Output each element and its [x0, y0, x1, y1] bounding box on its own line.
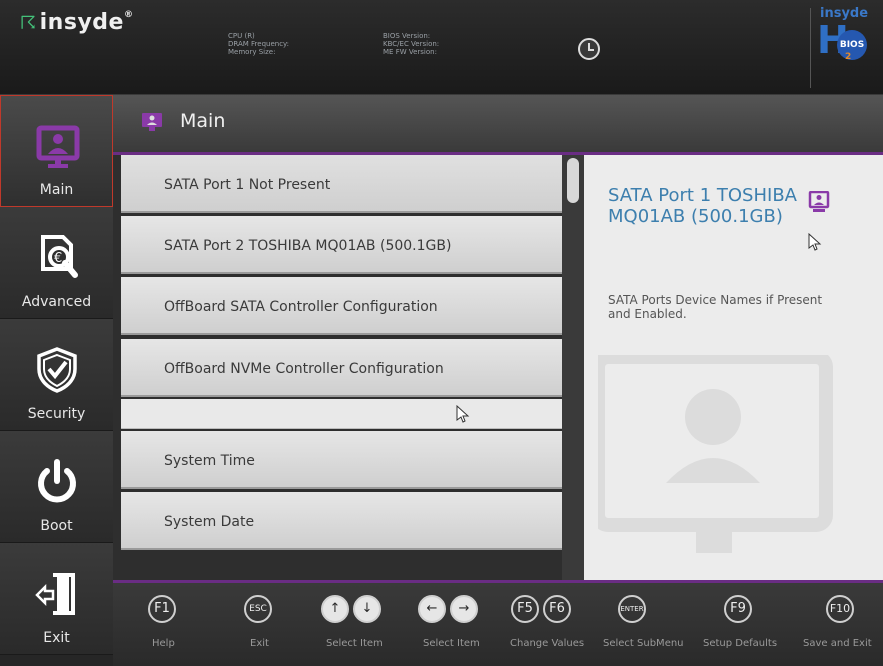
help-panel: SATA Port 1 TOSHIBA MQ01AB (500.1GB) SAT… [584, 155, 883, 580]
sidebar-item-label: Boot [40, 518, 73, 534]
mouse-cursor-icon [808, 233, 822, 251]
sidebar-item-advanced[interactable]: € Advanced [0, 207, 113, 319]
monitor-user-illustration-icon [598, 355, 833, 553]
menu-item-label: SATA Port 2 TOSHIBA MQ01AB (500.1GB) [164, 238, 452, 254]
menu-item-label: OffBoard NVMe Controller Configuration [164, 361, 444, 377]
menu-item-label: System Time [164, 453, 255, 469]
document-magnify-icon: € [41, 235, 78, 278]
key-label-select-item-vertical: Select Item [326, 638, 383, 649]
system-info-right: BIOS Version: KBC/EC Version: ME FW Vers… [383, 32, 439, 56]
key-label-select-submenu: Select SubMenu [603, 638, 684, 649]
sidebar-item-security[interactable]: Security [0, 319, 113, 431]
info-cpu: CPU (R) [228, 32, 255, 40]
sidebar-item-exit[interactable]: Exit [0, 543, 113, 655]
key-label-setup-defaults: Setup Defaults [703, 638, 778, 649]
menu-item-system-time[interactable]: System Time [121, 431, 566, 489]
insyde-h2o-logo: insyde H BIOS 2 [815, 6, 875, 66]
sidebar-item-label: Advanced [21, 294, 92, 310]
monitor-user-icon [142, 113, 162, 131]
arrow-left-icon[interactable]: ← [418, 595, 446, 623]
menu-item-system-date[interactable]: System Date [121, 492, 566, 550]
menu-list: SATA Port 1 Not Present SATA Port 2 TOSH… [113, 155, 583, 580]
logo-subscript: 2 [845, 52, 852, 62]
help-title: SATA Port 1 TOSHIBA MQ01AB (500.1GB) [608, 185, 797, 227]
insyde-logo: ☈ insyde® [20, 10, 133, 35]
f9-key-icon[interactable]: F9 [724, 595, 752, 623]
clock-icon [578, 38, 600, 60]
monitor-user-icon [808, 191, 830, 212]
menu-item-sata-port-2[interactable]: SATA Port 2 TOSHIBA MQ01AB (500.1GB) [121, 216, 566, 274]
esc-key-icon[interactable]: ESC [244, 595, 272, 623]
info-me-version: ME FW Version: [383, 48, 437, 56]
arrow-right-icon[interactable]: → [450, 595, 478, 623]
power-icon [38, 459, 76, 503]
svg-text:€: € [54, 251, 62, 266]
sidebar-item-label: Main [39, 182, 74, 198]
menu-item-offboard-sata[interactable]: OffBoard SATA Controller Configuration [121, 277, 566, 335]
page-title: Main [180, 110, 226, 132]
menu-item-label: System Date [164, 514, 255, 530]
menu-item-offboard-nvme[interactable]: OffBoard NVMe Controller Configuration [121, 339, 566, 397]
logo-bios-badge: BIOS [837, 30, 867, 60]
info-memory: Memory Size: [228, 48, 276, 56]
info-dram: DRAM Frequency: [228, 40, 290, 48]
help-description: SATA Ports Device Names if Present and E… [608, 293, 823, 321]
mouse-cursor-icon [456, 405, 470, 423]
f1-key-icon[interactable]: F1 [148, 595, 176, 623]
monitor-user-icon [36, 125, 80, 168]
key-label-exit: Exit [250, 638, 269, 649]
f5-key-icon[interactable]: F5 [511, 595, 539, 623]
key-label-save-and-exit: Save and Exit [803, 638, 872, 649]
header-divider [810, 8, 811, 88]
menu-item-sata-port-1[interactable]: SATA Port 1 Not Present [121, 155, 566, 213]
key-label-help: Help [152, 638, 175, 649]
header-bar: ☈ insyde® CPU (R) DRAM Frequency: Memory … [0, 0, 883, 95]
arrow-up-icon[interactable]: ↑ [321, 595, 349, 623]
sidebar-item-label: Security [27, 406, 86, 422]
brand-mark: ® [123, 10, 134, 20]
page-title-bar: Main [113, 95, 883, 155]
enter-key-icon[interactable]: ENTER [618, 595, 646, 623]
menu-item-spacer [121, 399, 566, 429]
key-label-select-item-horizontal: Select Item [423, 638, 480, 649]
menu-item-label: OffBoard SATA Controller Configuration [164, 299, 438, 315]
system-info-left: CPU (R) DRAM Frequency: Memory Size: [228, 32, 289, 56]
info-kbc-version: KBC/EC Version: [383, 40, 440, 48]
key-help-bar: F1 Help ESC Exit ↑ ↓ Select Item ← → Sel… [113, 580, 883, 666]
brand-name: insyde [39, 10, 124, 35]
scrollbar-thumb[interactable] [567, 158, 579, 203]
sidebar-item-main[interactable]: Main [0, 95, 113, 207]
key-label-change-values: Change Values [510, 638, 585, 649]
menu-scrollbar[interactable] [562, 155, 584, 580]
f6-key-icon[interactable]: F6 [543, 595, 571, 623]
arrow-down-icon[interactable]: ↓ [353, 595, 381, 623]
exit-door-icon [35, 573, 75, 615]
sidebar-item-label: Exit [43, 630, 70, 646]
sidebar-item-boot[interactable]: Boot [0, 431, 113, 543]
menu-item-label: SATA Port 1 Not Present [164, 177, 331, 193]
shield-check-icon [37, 347, 77, 393]
info-bios-version: BIOS Version: [383, 32, 431, 40]
f10-key-icon[interactable]: F10 [826, 595, 854, 623]
sidebar-nav: Main € Advanced Security Boot Exit [0, 95, 113, 666]
insyde-swirl-icon: ☈ [20, 13, 37, 34]
